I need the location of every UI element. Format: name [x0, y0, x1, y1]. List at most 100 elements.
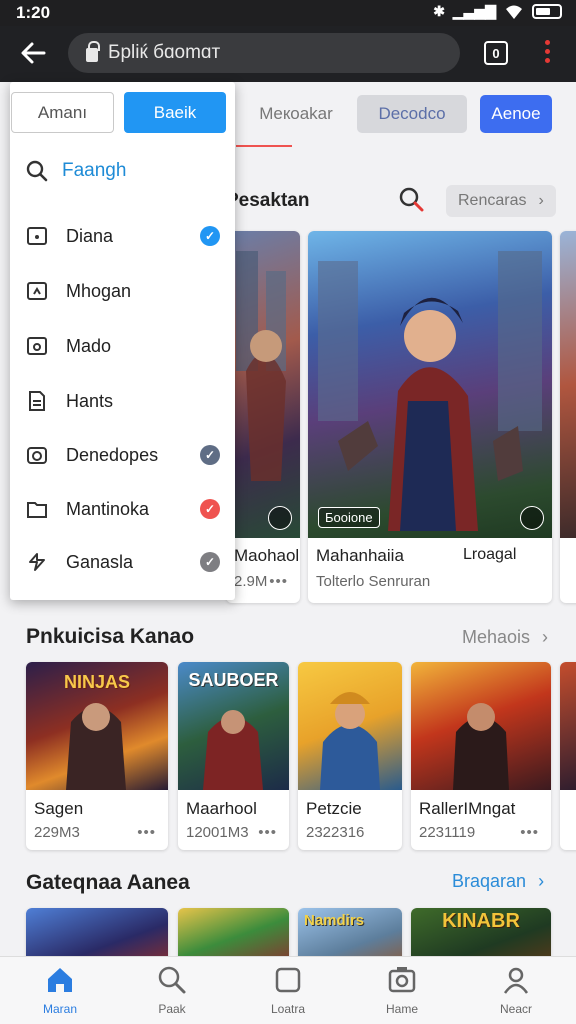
- game-meta: 229M3: [34, 824, 80, 841]
- share-icon[interactable]: [520, 506, 544, 530]
- bottom-navigation: Maran Paak Loatra Hame Neacr: [0, 956, 576, 1024]
- game-art: [560, 662, 576, 790]
- game-art: [226, 231, 300, 538]
- dropdown-item[interactable]: Ganasla ✓: [26, 547, 220, 577]
- game-art-title: NINJAS: [63, 672, 130, 692]
- dropdown-search[interactable]: Faangh: [26, 160, 126, 182]
- url-field[interactable]: Бpliќ бɑomɑт: [68, 33, 460, 73]
- game-card-featured[interactable]: Бooione Mahanhaiia Lroagal Tolterlo Senr…: [308, 231, 552, 603]
- gallery-icon: [388, 967, 416, 993]
- battery-icon: [532, 4, 562, 19]
- checked-icon[interactable]: ✓: [200, 499, 220, 519]
- sync-icon: [29, 553, 45, 571]
- game-title: Maarhool: [186, 799, 257, 818]
- checked-icon[interactable]: ✓: [200, 552, 220, 572]
- game-card[interactable]: KINABR: [411, 908, 551, 956]
- section-1-link-label: Rencaras: [458, 192, 527, 209]
- nav-library[interactable]: Loatra: [238, 965, 338, 1016]
- folder-icon: [27, 227, 47, 245]
- game-art: KINABR: [411, 908, 551, 956]
- filter-button-3[interactable]: Aenoe: [480, 95, 552, 133]
- filter-button-2[interactable]: Decodco: [357, 95, 467, 133]
- dropdown-item-label: Ganasla: [66, 551, 134, 572]
- share-icon[interactable]: [268, 506, 292, 530]
- search-icon[interactable]: [398, 186, 424, 212]
- game-title: Maohaola: [234, 546, 300, 565]
- url-text: Бpliќ бɑomɑт: [108, 42, 221, 63]
- section-2-link-label: Mehaois: [462, 627, 531, 647]
- game-card[interactable]: [178, 908, 289, 956]
- section-3-more-link[interactable]: Braqaran ›: [452, 871, 544, 892]
- status-bar: 1:20 ✱ ▁▃▅▇: [0, 0, 576, 26]
- chevron-right-icon: ›: [542, 627, 549, 647]
- nav-label: Maran: [42, 1002, 77, 1016]
- checked-icon[interactable]: ✓: [200, 226, 220, 246]
- section-title-2: Pnkuicisa Kanao: [26, 625, 195, 648]
- game-art: Namdirs: [298, 908, 402, 956]
- dropdown-item-label: Mantinoka: [66, 498, 150, 519]
- document-icon: [29, 391, 45, 411]
- section-2-more-link[interactable]: Mehaois ›: [462, 627, 548, 648]
- game-art: [411, 662, 551, 790]
- dropdown-item-label: Diana: [66, 225, 114, 246]
- more-dots-icon[interactable]: •••: [269, 573, 288, 590]
- more-dots-icon[interactable]: •••: [520, 824, 539, 841]
- folder-icon: [27, 282, 47, 300]
- folder-icon: [27, 502, 47, 518]
- section-3-link-label: Braqaran: [452, 871, 527, 891]
- folder-icon: [27, 337, 47, 355]
- game-meta: Tolterlo Senruran: [316, 573, 431, 590]
- search-icon: [158, 966, 186, 994]
- game-title: RallerIMngat: [419, 799, 516, 818]
- back-arrow-icon[interactable]: [18, 38, 48, 74]
- game-card[interactable]: NINJAS Sagen 229M3 •••: [26, 662, 168, 850]
- dropdown-item[interactable]: Mado: [26, 331, 220, 361]
- game-card[interactable]: Namdirs: [298, 908, 402, 956]
- status-time: 1:20: [16, 3, 51, 22]
- dropdown-item-label: Hants: [66, 390, 114, 411]
- nav-search[interactable]: Paak: [122, 965, 222, 1016]
- nav-profile[interactable]: Neacr: [466, 965, 566, 1016]
- nav-home[interactable]: Maran: [10, 965, 110, 1016]
- dropdown-item[interactable]: Hants: [26, 386, 220, 416]
- dropdown-search-label: Faangh: [62, 160, 127, 181]
- dropdown-cancel-button[interactable]: Amanı: [11, 92, 114, 133]
- tabs-button[interactable]: 0: [484, 41, 508, 65]
- nav-gallery[interactable]: Hame: [352, 965, 452, 1016]
- dropdown-item[interactable]: Mhogan: [26, 276, 220, 306]
- browser-toolbar: Бpliќ бɑomɑт 0: [0, 26, 576, 82]
- filter-dropdown-menu: Amanı Baeik Faangh Diana ✓ Mhogan Mado H…: [10, 82, 235, 600]
- game-card[interactable]: Maohaola 2.9M •••: [226, 231, 300, 603]
- dropdown-item-label: Denedopes: [66, 444, 159, 465]
- game-card[interactable]: SAUBOER Maarhool 12001M3 •••: [178, 662, 289, 850]
- dropdown-apply-button[interactable]: Baeik: [124, 92, 226, 133]
- nav-label: Paak: [158, 1002, 186, 1016]
- dropdown-item-label: Mhogan: [66, 280, 132, 301]
- nav-label: Neacr: [499, 1002, 532, 1016]
- game-card-partial[interactable]: [560, 662, 576, 850]
- profile-icon: [503, 967, 529, 994]
- checked-icon[interactable]: ✓: [200, 445, 220, 465]
- camera-icon: [27, 447, 47, 464]
- game-art-title: KINABR: [442, 910, 520, 932]
- status-icons: ✱ ▁▃▅▇: [433, 3, 562, 20]
- dropdown-item[interactable]: Mantinoka ✓: [26, 494, 220, 524]
- game-card[interactable]: RallerIMngat 2231119 •••: [411, 662, 551, 850]
- chevron-right-icon: ›: [538, 871, 545, 891]
- game-title: Sagen: [34, 799, 84, 818]
- more-dots-icon[interactable]: •••: [137, 824, 156, 841]
- game-art: Бooione: [308, 231, 552, 538]
- game-meta: 12001M3: [186, 824, 249, 841]
- game-art: [298, 662, 402, 790]
- game-card[interactable]: Petzcie 2322316: [298, 662, 402, 850]
- lock-icon: [86, 41, 100, 62]
- game-card-partial[interactable]: [560, 231, 576, 603]
- dropdown-item[interactable]: Diana ✓: [26, 221, 220, 251]
- section-1-more-link[interactable]: Rencaras ›: [446, 185, 556, 217]
- game-badge: Бooione: [318, 507, 380, 528]
- dropdown-item[interactable]: Denedopes ✓: [26, 440, 220, 470]
- filter-button-1[interactable]: Meкoakar: [250, 95, 342, 133]
- game-card[interactable]: [26, 908, 168, 956]
- more-dots-icon[interactable]: •••: [258, 824, 277, 841]
- more-menu-icon[interactable]: [543, 40, 551, 66]
